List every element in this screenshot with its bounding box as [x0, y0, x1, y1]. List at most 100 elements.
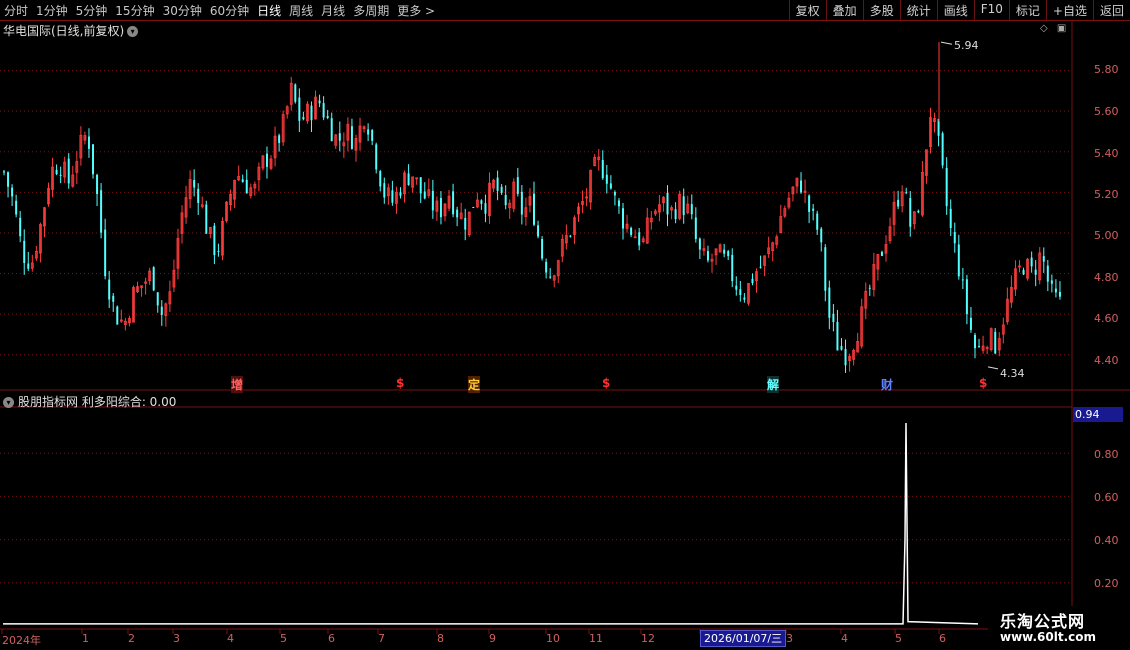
candle-body	[3, 171, 5, 173]
chevron-down-icon[interactable]: ▾	[3, 397, 14, 408]
candle-body	[994, 331, 997, 354]
signal-marker[interactable]: 定	[468, 376, 481, 393]
candle-body	[367, 129, 370, 135]
signal-marker[interactable]: $	[602, 376, 610, 390]
candle-body	[92, 144, 95, 175]
candle-body	[19, 217, 22, 237]
candle-body	[945, 167, 948, 207]
candle-body	[156, 292, 159, 306]
high-arrow	[940, 41, 953, 45]
candle-body	[7, 172, 10, 187]
candle-body	[379, 171, 382, 187]
x-axis-label: 1	[82, 632, 89, 645]
candle-body	[484, 203, 487, 214]
candle-body	[419, 177, 422, 194]
candle-body	[666, 192, 669, 215]
candle-body	[326, 115, 329, 119]
x-axis-label: 8	[437, 632, 444, 645]
candle-body	[978, 346, 981, 348]
candle-body	[808, 195, 811, 212]
candle-body	[431, 190, 434, 211]
signal-marker[interactable]: 增	[231, 376, 244, 393]
kline-chart[interactable]	[0, 0, 1130, 650]
candle-body	[961, 279, 964, 281]
indicator-y-tick: 0.80	[1094, 448, 1119, 461]
candle-body	[15, 200, 18, 215]
x-axis-label: 5	[280, 632, 287, 645]
candle-body	[245, 179, 248, 194]
candle-body	[844, 348, 847, 366]
candle-body	[690, 204, 693, 215]
candle-body	[11, 187, 14, 197]
y-tick-label: 5.80	[1094, 63, 1119, 76]
candle-body	[294, 84, 297, 102]
x-axis-label: 4	[841, 632, 848, 645]
x-axis-label: 9	[489, 632, 496, 645]
candle-body	[613, 191, 616, 196]
candle-body	[937, 118, 940, 136]
x-axis-label: 6	[939, 632, 946, 645]
candle-body	[836, 321, 839, 351]
low-arrow	[987, 366, 999, 370]
candle-body	[322, 103, 325, 118]
signal-marker[interactable]: $	[979, 376, 987, 390]
candle-body	[897, 199, 900, 207]
candle-body	[496, 177, 499, 191]
candle-body	[241, 179, 244, 183]
candle-body	[67, 158, 70, 184]
candle-body	[265, 153, 268, 167]
candle-body	[605, 174, 608, 184]
indicator-title: ▾ 股朋指标网 利多阳综合: 0.00	[3, 393, 176, 410]
candle-body	[957, 244, 960, 277]
candle-body	[278, 135, 281, 143]
y-tick-label: 4.80	[1094, 271, 1119, 284]
candle-body	[205, 204, 208, 234]
candle-body	[298, 97, 301, 121]
candle-body	[905, 192, 908, 194]
candle-body	[87, 136, 90, 149]
candle-body	[1022, 269, 1025, 275]
candle-body	[338, 133, 341, 141]
candle-body	[439, 198, 442, 218]
x-axis-label: 2024年	[2, 634, 41, 647]
candle-body	[638, 232, 641, 246]
candle-body	[953, 232, 956, 244]
x-axis-label: 10	[546, 632, 560, 645]
candle-body	[480, 200, 483, 204]
candle-body	[824, 247, 827, 291]
candle-body	[59, 174, 62, 176]
candle-body	[383, 183, 386, 198]
candle-body	[160, 306, 163, 315]
candle-body	[840, 346, 843, 350]
candle-body	[682, 196, 685, 216]
candle-body	[973, 334, 976, 349]
candle-body	[520, 191, 523, 215]
y-tick-label: 5.60	[1094, 105, 1119, 118]
candle-body	[727, 251, 730, 257]
candle-body	[917, 210, 920, 213]
signal-marker[interactable]: 解	[767, 376, 780, 393]
candle-body	[1030, 257, 1033, 267]
candle-body	[310, 105, 313, 121]
candle-body	[371, 130, 374, 141]
signal-marker[interactable]: 财	[881, 376, 893, 393]
indicator-title-text: 股朋指标网 利多阳综合: 0.00	[18, 395, 177, 409]
y-tick-label: 4.40	[1094, 354, 1119, 367]
candle-body	[504, 194, 507, 206]
signal-marker[interactable]: $	[396, 376, 404, 390]
indicator-line	[3, 422, 979, 625]
candle-body	[630, 227, 633, 235]
candle-body	[969, 317, 972, 330]
candle-body	[601, 159, 604, 179]
high-price-label: 5.94	[954, 39, 979, 52]
candle-body	[828, 287, 831, 318]
watermark-title: 乐淘公式网	[1000, 612, 1086, 631]
candle-body	[516, 177, 519, 194]
candle-body	[1058, 291, 1061, 297]
candle-body	[868, 287, 871, 289]
candle-body	[1050, 280, 1053, 284]
candle-body	[318, 100, 321, 104]
candle-body	[820, 228, 823, 243]
x-axis-label: 2	[128, 632, 135, 645]
candle-body	[949, 208, 952, 229]
